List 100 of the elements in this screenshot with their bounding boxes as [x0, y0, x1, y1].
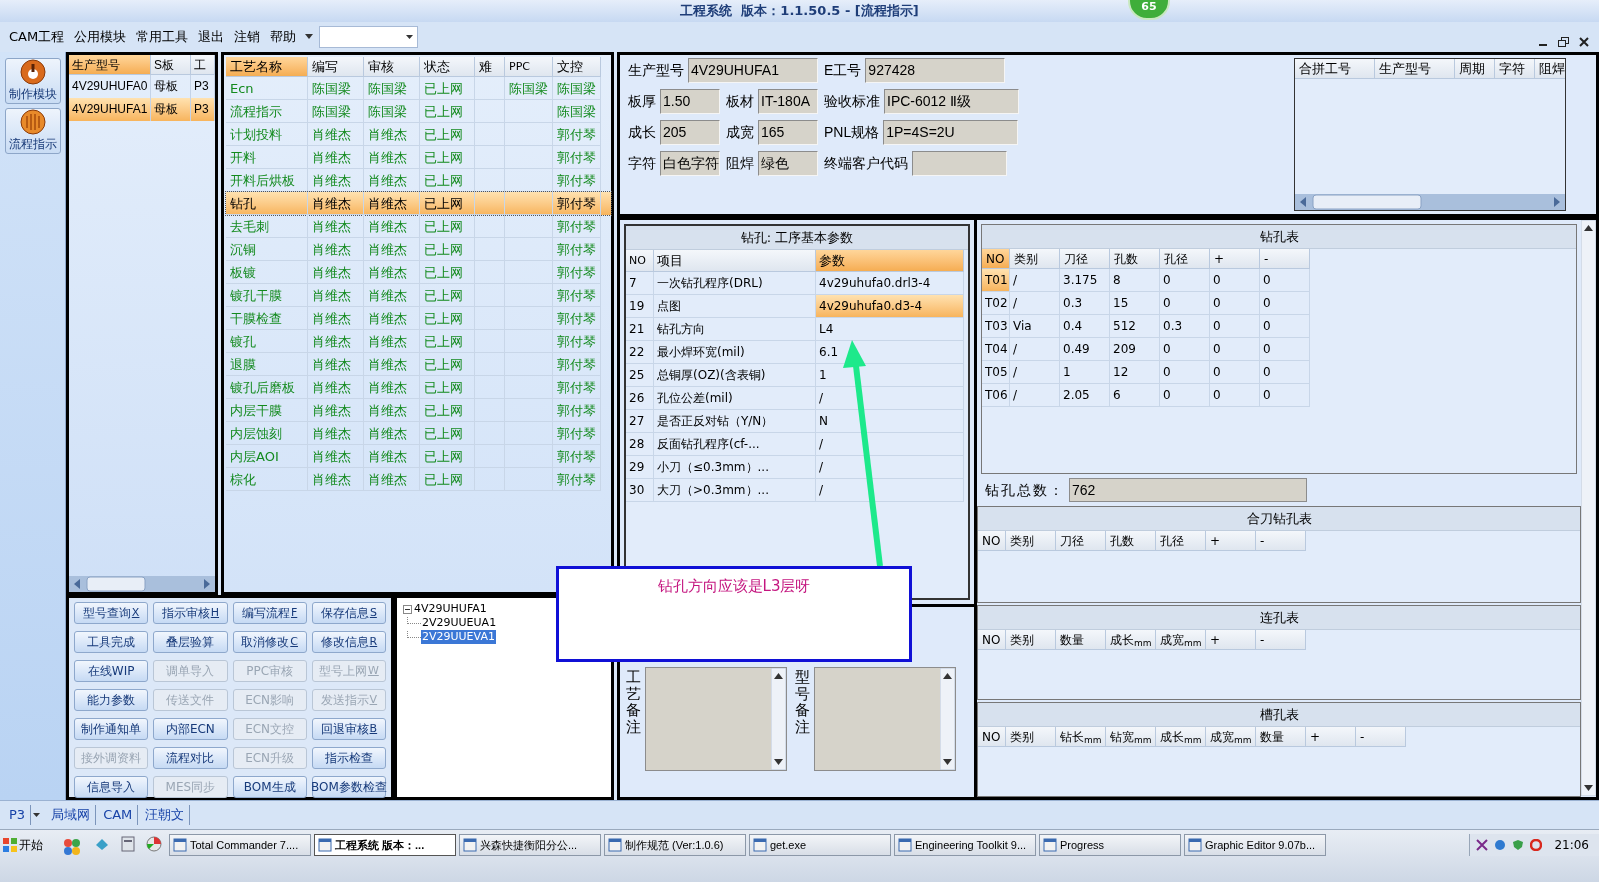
table-row[interactable]: 镀孔干膜 肖维杰 肖维杰 已上网 郭付琴: [226, 284, 611, 307]
column-header[interactable]: 刀径: [1056, 531, 1106, 551]
table-row[interactable]: 棕化 肖维杰 肖维杰 已上网 郭付琴: [226, 468, 611, 491]
caret-icon[interactable]: [305, 34, 314, 40]
menu-item[interactable]: 公用模块: [69, 25, 132, 49]
action-button[interactable]: 能力参数: [74, 689, 149, 711]
text-field[interactable]: 762: [1069, 478, 1307, 502]
column-header[interactable]: NO: [978, 630, 1006, 650]
column-header[interactable]: 成长$_{mm}$: [1156, 727, 1206, 747]
tree-item[interactable]: 2V29UUEVA1: [421, 630, 496, 644]
column-header[interactable]: 参数: [816, 250, 964, 272]
table-row[interactable]: 内层AOI 肖维杰 肖维杰 已上网 郭付琴: [226, 445, 611, 468]
dropdown-field[interactable]: [319, 26, 419, 48]
column-header[interactable]: NO: [978, 727, 1006, 747]
text-field[interactable]: 绿色: [758, 151, 818, 176]
ring-icon[interactable]: [1530, 839, 1543, 851]
memo-field[interactable]: [645, 667, 787, 771]
column-header[interactable]: 类别: [1006, 531, 1056, 551]
table-row[interactable]: Ecn 陈国梁 陈国梁 已上网 陈国梁 陈国梁: [226, 77, 611, 100]
action-button[interactable]: 型号查询X: [74, 602, 149, 624]
column-header[interactable]: 类别: [1006, 630, 1056, 650]
column-header[interactable]: 类别: [1010, 249, 1060, 269]
menu-item[interactable]: CAM工程: [4, 25, 70, 49]
column-header[interactable]: PPC: [505, 57, 553, 77]
taskbar-button[interactable]: 制作规范 (Ver:1.0.6): [604, 834, 746, 856]
table-row[interactable]: 流程指示 陈国梁 陈国梁 已上网 陈国梁: [226, 100, 611, 123]
action-button[interactable]: 编写流程F: [232, 602, 307, 624]
action-button[interactable]: 取消修改 C: [232, 631, 307, 653]
column-header[interactable]: +: [1306, 727, 1356, 747]
text-field[interactable]: 927428: [865, 58, 1006, 83]
taskbar-button[interactable]: Total Commander 7....: [169, 834, 311, 856]
taskbar-button[interactable]: Graphic Editor 9.07b...: [1184, 834, 1326, 856]
column-header[interactable]: 刀径: [1060, 249, 1110, 269]
column-header[interactable]: 生产型号: [1375, 59, 1455, 79]
sidebar-button[interactable]: 流程指示: [4, 108, 61, 154]
column-header[interactable]: 生产型号: [69, 55, 151, 75]
vertical-scrollbar[interactable]: [1581, 220, 1596, 796]
column-header[interactable]: 孔数: [1106, 531, 1156, 551]
table-row[interactable]: 干膜检查 肖维杰 肖维杰 已上网 郭付琴: [226, 307, 611, 330]
column-header[interactable]: 难: [475, 57, 505, 77]
menu-item[interactable]: 退出: [193, 25, 230, 49]
action-button[interactable]: 流程对比: [153, 747, 228, 769]
collapse-toggle[interactable]: [403, 604, 412, 614]
horizontal-scrollbar[interactable]: [69, 576, 215, 592]
taskbar-button[interactable]: Engineering Toolkit 9...: [894, 834, 1036, 856]
text-field[interactable]: 205: [660, 120, 720, 145]
action-button[interactable]: 回退审核B: [311, 718, 386, 740]
column-header[interactable]: 合拼工号: [1295, 59, 1375, 79]
action-button[interactable]: 叠层验算: [153, 631, 228, 653]
selected-row[interactable]: 4V29UHUFA1 母板 P3: [69, 98, 215, 121]
column-header[interactable]: NO: [626, 250, 654, 272]
column-header[interactable]: 周期: [1455, 59, 1495, 79]
horizontal-scrollbar[interactable]: [1295, 194, 1565, 210]
column-header[interactable]: 项目: [654, 250, 816, 272]
status-item[interactable]: P3: [4, 805, 32, 825]
column-header[interactable]: 孔数: [1110, 249, 1160, 269]
calculator-icon[interactable]: [121, 836, 135, 852]
column-header[interactable]: 成宽$_{mm}$: [1156, 630, 1206, 650]
column-header[interactable]: 字符: [1495, 59, 1535, 79]
column-header[interactable]: 成长$_{mm}$: [1106, 630, 1156, 650]
vertical-scrollbar[interactable]: [771, 668, 786, 770]
status-item[interactable]: CAM: [98, 805, 139, 825]
action-button[interactable]: 内部ECN: [153, 718, 228, 740]
table-row[interactable]: 退膜 肖维杰 肖维杰 已上网 郭付琴: [226, 353, 611, 376]
column-header[interactable]: -: [1260, 249, 1310, 269]
text-field[interactable]: 165: [758, 120, 818, 145]
column-header[interactable]: S板: [151, 55, 191, 75]
menu-item[interactable]: 常用工具: [131, 25, 194, 49]
column-header[interactable]: 阻焊: [1535, 59, 1565, 79]
text-field[interactable]: 1P=4S=2U: [883, 120, 1019, 145]
table-row[interactable]: 沉铜 肖维杰 肖维杰 已上网 郭付琴: [226, 238, 611, 261]
vertical-scrollbar[interactable]: [940, 668, 955, 770]
column-header[interactable]: -: [1256, 630, 1306, 650]
column-header[interactable]: +: [1210, 249, 1260, 269]
column-header[interactable]: NO: [978, 531, 1006, 551]
table-row[interactable]: 内层干膜 肖维杰 肖维杰 已上网 郭付琴: [226, 399, 611, 422]
action-button[interactable]: 在线WIP: [74, 660, 149, 682]
shield-icon[interactable]: [1512, 839, 1525, 851]
action-button[interactable]: BOM生成: [232, 776, 307, 798]
column-header[interactable]: 文控: [553, 57, 601, 77]
column-header[interactable]: +: [1206, 531, 1256, 551]
column-header[interactable]: 状态: [420, 57, 475, 77]
text-field[interactable]: IPC-6012 Ⅱ级: [884, 89, 1019, 114]
pie-icon[interactable]: [146, 836, 162, 852]
restore-icon[interactable]: [1558, 37, 1569, 47]
start-button[interactable]: 开始: [0, 834, 46, 856]
table-row[interactable]: 镀孔后磨板 肖维杰 肖维杰 已上网 郭付琴: [226, 376, 611, 399]
diamond-icon[interactable]: [94, 836, 110, 852]
action-button[interactable]: 信息导入: [74, 776, 149, 798]
text-field[interactable]: 白色字符: [660, 151, 720, 176]
column-header[interactable]: 数量: [1256, 727, 1306, 747]
column-header[interactable]: +: [1206, 630, 1256, 650]
table-row[interactable]: 计划投料 肖维杰 肖维杰 已上网 郭付琴: [226, 123, 611, 146]
column-header[interactable]: 钻宽$_{mm}$: [1106, 727, 1156, 747]
status-item[interactable]: 汪朝文: [140, 805, 191, 825]
table-row[interactable]: 镀孔 肖维杰 肖维杰 已上网 郭付琴: [226, 330, 611, 353]
column-header[interactable]: 工艺名称: [226, 57, 308, 77]
status-item[interactable]: 局域网: [46, 805, 97, 825]
column-header[interactable]: 孔径: [1160, 249, 1210, 269]
column-header[interactable]: 编写: [308, 57, 364, 77]
